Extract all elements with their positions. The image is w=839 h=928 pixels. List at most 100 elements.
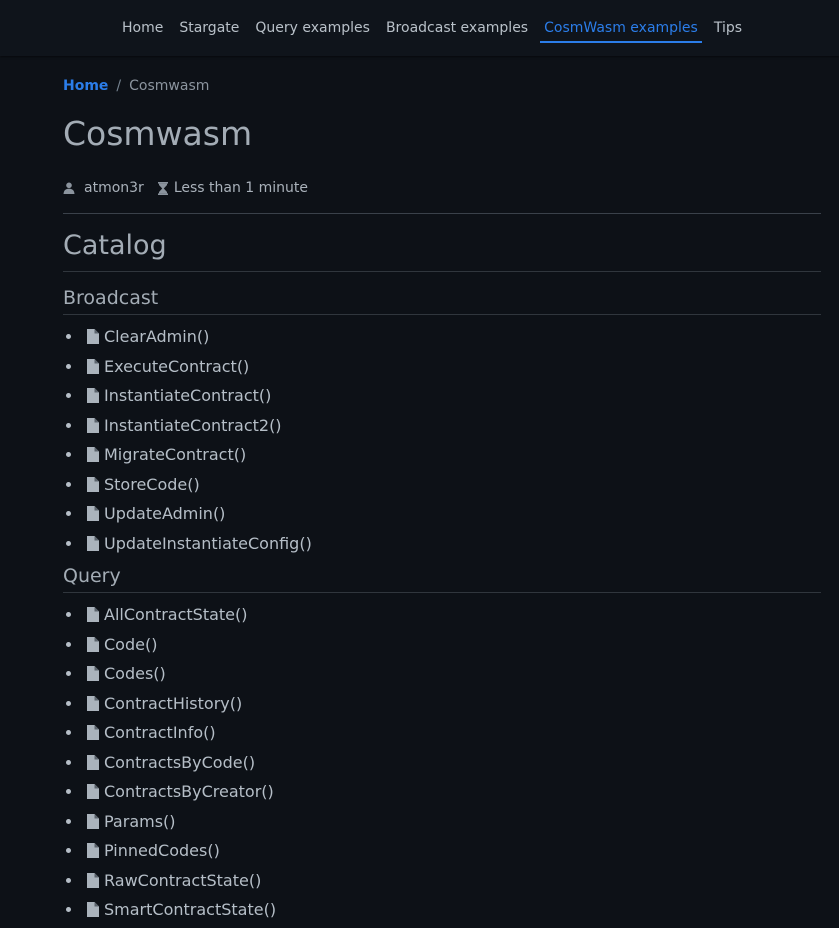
list-item[interactable]: ContractsByCreator() xyxy=(63,777,276,807)
list-item[interactable]: InstantiateContract() xyxy=(63,381,312,411)
bullet xyxy=(66,363,71,369)
file-icon xyxy=(87,417,100,433)
author-name: atmon3r xyxy=(84,180,144,196)
file-icon xyxy=(87,754,100,770)
file-icon xyxy=(87,725,100,741)
list-item[interactable]: Params() xyxy=(63,807,276,837)
bullet xyxy=(66,641,71,647)
bullet xyxy=(66,730,71,736)
list-item-label[interactable]: Params() xyxy=(104,812,176,831)
nav-stargate[interactable]: Stargate xyxy=(171,0,247,56)
list-item-label[interactable]: RawContractState() xyxy=(104,871,261,890)
file-icon xyxy=(87,695,100,711)
nav-home[interactable]: Home xyxy=(114,0,171,56)
bullet xyxy=(66,422,71,428)
bullet xyxy=(66,759,71,765)
list-item[interactable]: ContractHistory() xyxy=(63,689,276,719)
divider xyxy=(63,213,821,214)
list-item-label[interactable]: ContractsByCreator() xyxy=(104,782,274,801)
bullet xyxy=(66,877,71,883)
page-title: Cosmwasm xyxy=(63,114,253,153)
file-icon xyxy=(87,388,100,404)
top-navbar: Home Stargate Query examples Broadcast e… xyxy=(0,0,839,56)
list-item-label[interactable]: ContractInfo() xyxy=(104,723,216,742)
bullet xyxy=(66,511,71,517)
divider xyxy=(63,314,821,315)
bullet xyxy=(66,481,71,487)
file-icon xyxy=(87,506,100,522)
list-item-label[interactable]: ContractsByCode() xyxy=(104,753,255,772)
nav-broadcast-examples[interactable]: Broadcast examples xyxy=(378,0,536,56)
nav-tips[interactable]: Tips xyxy=(706,0,750,56)
file-icon xyxy=(87,447,100,463)
list-item[interactable]: ContractInfo() xyxy=(63,718,276,748)
list-item[interactable]: SmartContractState() xyxy=(63,895,276,925)
list-item-label[interactable]: AllContractState() xyxy=(104,605,248,624)
list-item[interactable]: AllContractState() xyxy=(63,600,276,630)
query-heading: Query xyxy=(63,565,121,587)
divider xyxy=(63,592,821,593)
bullet xyxy=(66,393,71,399)
list-item[interactable]: PinnedCodes() xyxy=(63,836,276,866)
bullet xyxy=(66,789,71,795)
file-icon xyxy=(87,784,100,800)
broadcast-heading: Broadcast xyxy=(63,287,159,309)
bullet xyxy=(66,452,71,458)
bullet xyxy=(66,671,71,677)
author-info: atmon3r xyxy=(63,179,144,197)
file-icon xyxy=(87,535,100,551)
catalog-heading: Catalog xyxy=(63,230,167,261)
reading-time-info: Less than 1 minute xyxy=(157,179,309,197)
list-item[interactable]: Codes() xyxy=(63,659,276,689)
list-item-label[interactable]: PinnedCodes() xyxy=(104,841,220,860)
list-item[interactable]: Code() xyxy=(63,630,276,660)
bullet xyxy=(66,848,71,854)
list-item-label[interactable]: UpdateAdmin() xyxy=(104,504,225,523)
broadcast-list: ClearAdmin() ExecuteContract() Instantiate… xyxy=(63,322,312,558)
bullet xyxy=(66,700,71,706)
list-item[interactable]: RawContractState() xyxy=(63,866,276,896)
list-item[interactable]: ClearAdmin() xyxy=(63,322,312,352)
list-item-label[interactable]: MigrateContract() xyxy=(104,445,246,464)
breadcrumb-separator: / xyxy=(116,78,122,94)
list-item-label[interactable]: Code() xyxy=(104,635,157,654)
list-item-label[interactable]: StoreCode() xyxy=(104,475,200,494)
list-item[interactable]: StoreCode() xyxy=(63,470,312,500)
file-icon xyxy=(87,607,100,623)
list-item-label[interactable]: Codes() xyxy=(104,664,166,683)
file-icon xyxy=(87,636,100,652)
list-item-label[interactable]: InstantiateContract2() xyxy=(104,416,282,435)
bullet xyxy=(66,334,71,340)
list-item[interactable]: UpdateAdmin() xyxy=(63,499,312,529)
breadcrumb-current: Cosmwasm xyxy=(129,78,210,94)
list-item-label[interactable]: ClearAdmin() xyxy=(104,327,209,346)
list-item-label[interactable]: InstantiateContract() xyxy=(104,386,271,405)
file-icon xyxy=(87,813,100,829)
file-icon xyxy=(87,358,100,374)
nav-query-examples[interactable]: Query examples xyxy=(247,0,378,56)
file-icon xyxy=(87,476,100,492)
query-list: AllContractState() Code() Codes() ContractH… xyxy=(63,600,276,925)
list-item[interactable]: UpdateInstantiateConfig() xyxy=(63,529,312,559)
hourglass-icon xyxy=(157,179,168,197)
file-icon xyxy=(87,329,100,345)
list-item[interactable]: ExecuteContract() xyxy=(63,352,312,382)
breadcrumb-home-link[interactable]: Home xyxy=(63,78,108,94)
list-item-label[interactable]: SmartContractState() xyxy=(104,900,276,919)
bullet xyxy=(66,907,71,913)
bullet xyxy=(66,612,71,618)
file-icon xyxy=(87,872,100,888)
list-item[interactable]: MigrateContract() xyxy=(63,440,312,470)
list-item-label[interactable]: UpdateInstantiateConfig() xyxy=(104,534,312,553)
list-item-label[interactable]: ContractHistory() xyxy=(104,694,242,713)
list-item[interactable]: ContractsByCode() xyxy=(63,748,276,778)
list-item[interactable]: InstantiateContract2() xyxy=(63,411,312,441)
page-meta: atmon3r Less than 1 minute xyxy=(63,179,322,197)
nav-cosmwasm-examples[interactable]: CosmWasm examples xyxy=(536,0,706,56)
reading-time: Less than 1 minute xyxy=(173,180,309,196)
file-icon xyxy=(87,666,100,682)
divider xyxy=(63,271,821,272)
file-icon xyxy=(87,902,100,918)
user-icon xyxy=(63,179,75,197)
list-item-label[interactable]: ExecuteContract() xyxy=(104,357,249,376)
